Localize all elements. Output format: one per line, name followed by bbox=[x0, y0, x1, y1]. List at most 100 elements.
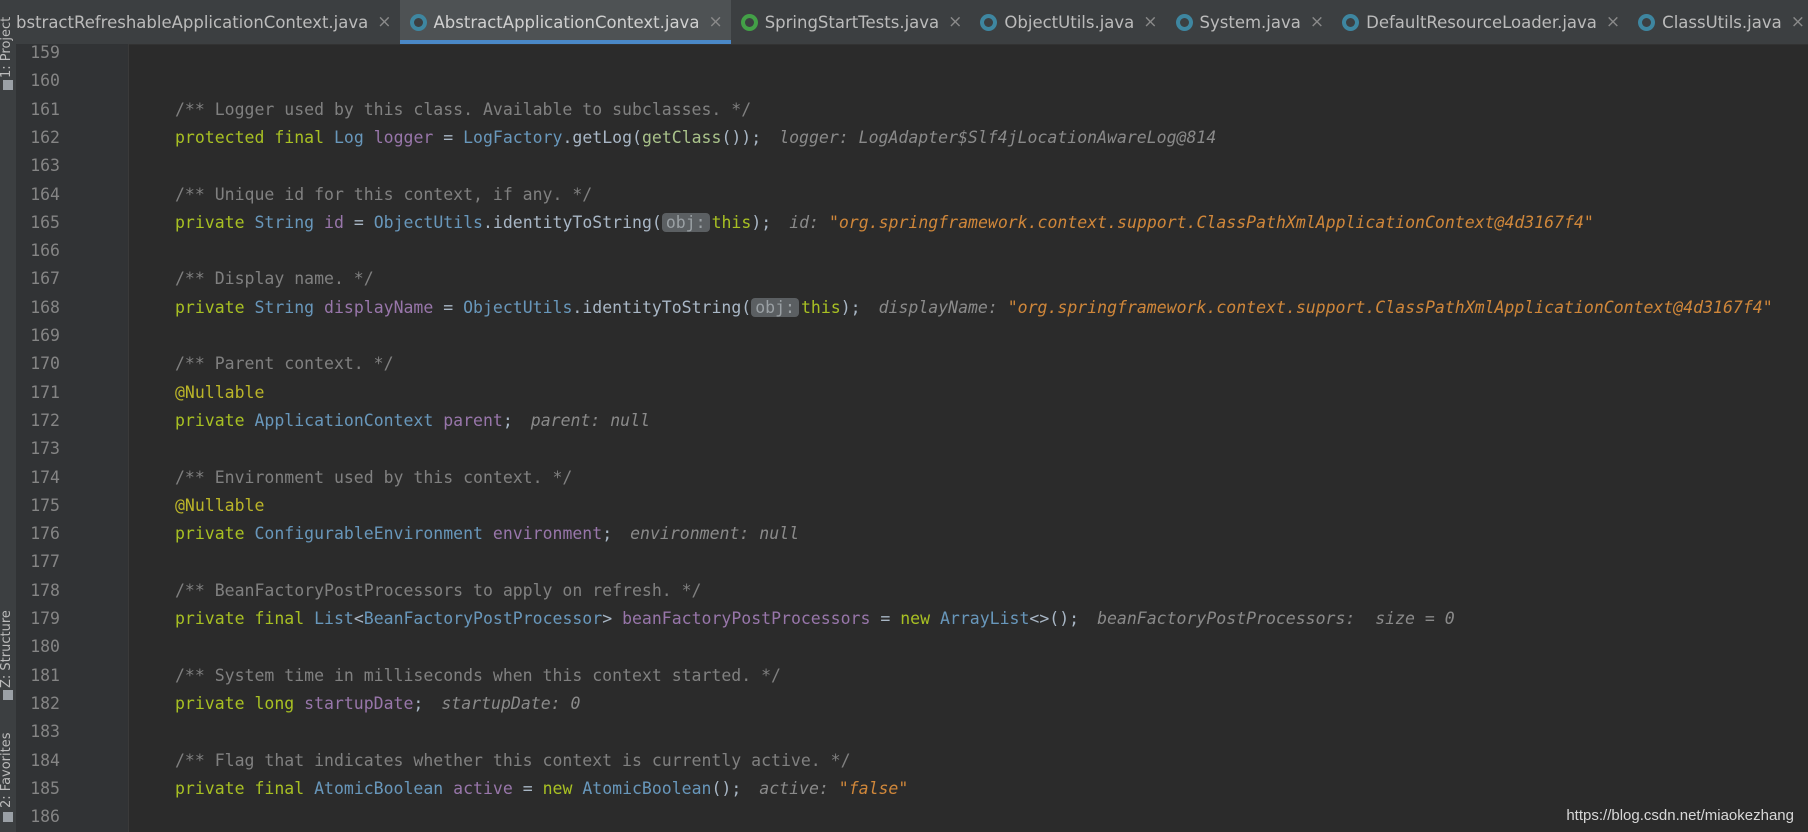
code-token: /** Parent context. */ bbox=[175, 354, 394, 374]
line-number: 163 bbox=[30, 156, 60, 176]
editor-tab[interactable]: AbstractApplicationContext.java × bbox=[399, 0, 731, 44]
code-text: private ApplicationContext parent; parent… bbox=[175, 407, 650, 435]
code-token: ; bbox=[413, 693, 424, 713]
code-token: <>(); bbox=[1029, 609, 1080, 628]
code-token: = bbox=[433, 297, 464, 317]
class-icon bbox=[980, 13, 998, 31]
class-icon bbox=[1175, 13, 1193, 31]
tab-label: System.java bbox=[1199, 12, 1301, 32]
line-number: 168 bbox=[30, 297, 60, 317]
code-token: @Nullable bbox=[175, 382, 265, 402]
code-text: private String id = ObjectUtils.identity… bbox=[175, 209, 1594, 237]
debug-value-hint: displayName: "org.springframework.contex… bbox=[879, 298, 1773, 317]
code-line: 163 bbox=[0, 152, 1808, 180]
debug-value-hint: active: "false" bbox=[759, 779, 908, 798]
code-line: 171 @Nullable bbox=[0, 379, 1808, 407]
debug-value-label: id: bbox=[789, 212, 829, 232]
code-line: 169 bbox=[0, 322, 1808, 350]
code-line: 160 bbox=[0, 67, 1808, 95]
line-number: 174 bbox=[30, 467, 60, 487]
code-token: ()); bbox=[721, 127, 762, 147]
code-line: 175 @Nullable bbox=[0, 492, 1808, 520]
code-line: 170 /** Parent context. */ bbox=[0, 350, 1808, 378]
line-number: 176 bbox=[30, 524, 60, 544]
editor-tab[interactable]: bstractRefreshableApplicationContext.jav… bbox=[16, 0, 400, 44]
tab-label: bstractRefreshableApplicationContext.jav… bbox=[16, 12, 369, 32]
code-text: /** Display name. */ bbox=[175, 265, 374, 293]
line-number: 186 bbox=[30, 807, 60, 827]
line-number: 169 bbox=[30, 326, 60, 345]
code-token: logger bbox=[373, 127, 434, 147]
code-line: 185 private final AtomicBoolean active = … bbox=[0, 775, 1808, 803]
code-line: 183 bbox=[0, 718, 1808, 746]
code-line: 161 /** Logger used by this class. Availa… bbox=[0, 96, 1808, 124]
code-token: .identityToString( bbox=[572, 297, 752, 317]
line-number: 185 bbox=[30, 778, 60, 798]
code-line: 182 private long startupDate; startupDate:… bbox=[0, 690, 1808, 718]
code-text: private String displayName = ObjectUtils… bbox=[175, 294, 1773, 322]
close-icon[interactable]: × bbox=[948, 12, 962, 32]
code-token: String bbox=[254, 297, 325, 317]
editor-tab[interactable]: DefaultResourceLoader.java × bbox=[1332, 0, 1628, 44]
code-editor[interactable]: 159 160 161 /** Logger used by this class. … bbox=[0, 39, 1808, 832]
debug-value-string: "false" bbox=[838, 778, 909, 798]
code-token: = bbox=[512, 778, 543, 798]
code-token: ConfigurableEnvironment bbox=[254, 524, 493, 544]
line-number: 159 bbox=[30, 43, 60, 62]
editor-tab[interactable]: SpringStartTests.java × bbox=[731, 0, 971, 44]
debug-value-label: parent: null bbox=[530, 410, 650, 430]
debug-value-label: beanFactoryPostProcessors: size = 0 bbox=[1097, 609, 1455, 628]
close-icon[interactable]: × bbox=[1143, 12, 1157, 32]
code-token: /** Logger used by this class. Available… bbox=[175, 99, 752, 119]
code-token: ApplicationContext bbox=[254, 410, 444, 430]
parameter-hint: obj: bbox=[751, 297, 799, 317]
line-number: 164 bbox=[30, 184, 60, 204]
code-line: 179 private final List<BeanFactoryPostPro… bbox=[0, 605, 1808, 633]
tab-label: AbstractApplicationContext.java bbox=[433, 12, 700, 32]
line-number: 178 bbox=[30, 580, 60, 600]
code-token: > bbox=[602, 609, 623, 628]
code-token: String bbox=[254, 212, 325, 232]
code-token: Log bbox=[333, 127, 374, 147]
code-token: .getLog( bbox=[562, 127, 642, 147]
code-text: @Nullable bbox=[175, 379, 264, 407]
code-token: beanFactoryPostProcessors bbox=[622, 609, 871, 628]
close-icon[interactable]: × bbox=[1606, 12, 1620, 32]
close-icon[interactable]: × bbox=[1310, 12, 1324, 32]
line-number: 180 bbox=[30, 637, 60, 657]
code-text: /** Unique id for this context, if any. … bbox=[175, 181, 592, 209]
code-line: 181 /** System time in milliseconds when … bbox=[0, 662, 1808, 690]
class-icon bbox=[1638, 13, 1656, 31]
code-token: private bbox=[175, 212, 255, 232]
code-text: private final AtomicBoolean active = new… bbox=[175, 775, 908, 803]
code-token: ; bbox=[602, 524, 613, 544]
code-token: environment bbox=[492, 524, 603, 544]
code-token: AtomicBoolean bbox=[582, 778, 712, 798]
code-token: private bbox=[175, 297, 255, 317]
line-number: 166 bbox=[30, 241, 60, 261]
code-token: private bbox=[175, 524, 255, 544]
code-token: AtomicBoolean bbox=[314, 778, 454, 798]
editor-tab[interactable]: ObjectUtils.java × bbox=[970, 0, 1165, 44]
code-token: active bbox=[453, 778, 513, 798]
editor-tab[interactable]: System.java × bbox=[1166, 0, 1333, 44]
debug-value-string: "org.springframework.context.support.Cla… bbox=[828, 212, 1594, 232]
class-icon bbox=[409, 13, 427, 31]
code-token: = bbox=[343, 212, 374, 232]
code-text: /** Logger used by this class. Available… bbox=[175, 96, 751, 124]
code-text: protected final Log logger = LogFactory.… bbox=[175, 124, 1216, 152]
code-text: /** Parent context. */ bbox=[175, 350, 394, 378]
code-line: 186 bbox=[0, 803, 1808, 831]
code-token: List bbox=[314, 609, 354, 628]
code-token: private long bbox=[175, 693, 305, 713]
close-icon[interactable]: × bbox=[377, 12, 391, 32]
code-token: BeanFactoryPostProcessor bbox=[363, 609, 603, 628]
editor-tab[interactable]: ClassUtils.java × bbox=[1628, 0, 1808, 44]
close-icon[interactable]: × bbox=[1791, 12, 1805, 32]
code-text: @Nullable bbox=[175, 492, 264, 520]
line-number: 172 bbox=[30, 410, 60, 430]
line-number: 183 bbox=[30, 722, 60, 742]
tab-label: ClassUtils.java bbox=[1662, 12, 1782, 32]
close-icon[interactable]: × bbox=[708, 12, 722, 32]
code-line: 177 bbox=[0, 548, 1808, 576]
